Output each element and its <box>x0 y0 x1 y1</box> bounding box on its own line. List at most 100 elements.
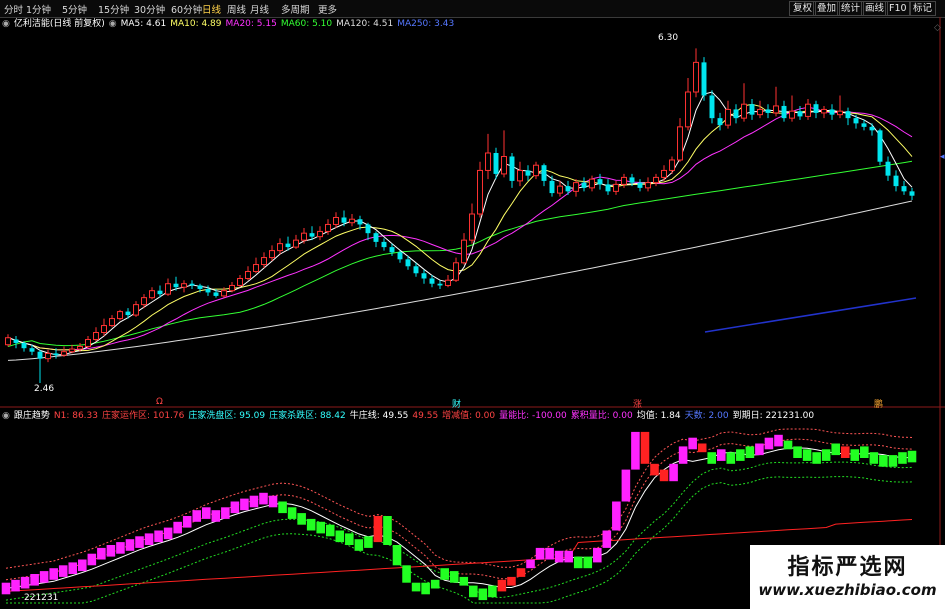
trend-bar <box>631 431 640 470</box>
candle-body <box>125 311 131 316</box>
period-tab-8[interactable]: 月线 <box>250 2 269 16</box>
candle-body <box>141 297 147 306</box>
trend-bar <box>411 582 421 592</box>
event-marker-cai[interactable]: 财 <box>452 397 461 410</box>
trend-bar <box>106 545 116 557</box>
trend-bar <box>716 449 726 461</box>
candle-body <box>765 109 771 113</box>
period-tab-2[interactable]: 5分钟 <box>62 2 87 16</box>
trend-bar <box>421 582 430 595</box>
candle-body <box>389 247 395 253</box>
trend-bar <box>182 516 192 528</box>
trend-bar <box>354 539 364 551</box>
candle-body <box>541 165 547 181</box>
trend-bar <box>802 449 812 461</box>
period-tab-9[interactable]: 多周期 <box>281 2 310 16</box>
candle-body <box>885 161 891 176</box>
trend-bar <box>30 574 39 586</box>
trend-bar <box>774 434 783 447</box>
candle-body <box>317 230 323 238</box>
trend-bar <box>707 452 717 464</box>
candle-body <box>797 111 803 117</box>
trend-bar <box>573 556 583 569</box>
trend-bar <box>325 524 335 537</box>
trend-bar <box>869 452 879 464</box>
candle-body <box>805 103 811 117</box>
trend-bar <box>840 446 850 458</box>
period-tab-5[interactable]: 60分钟 <box>171 2 202 16</box>
candle-body <box>789 110 795 119</box>
trend-bar <box>545 547 554 560</box>
trend-bar <box>345 533 354 545</box>
candle-body <box>581 182 587 188</box>
period-tab-1[interactable]: 1分钟 <box>26 2 51 16</box>
trend-bar <box>860 446 869 458</box>
candle-body <box>405 259 411 267</box>
candle-body <box>165 283 171 295</box>
candle-body <box>469 213 475 241</box>
candle-body <box>373 233 379 242</box>
candle-body <box>45 352 51 360</box>
trend-bar <box>58 565 68 577</box>
trend-bar <box>49 568 58 580</box>
candle-body <box>309 233 315 237</box>
trend-bar <box>163 527 173 540</box>
candle-body <box>293 239 299 248</box>
trend-bar <box>364 536 373 548</box>
toolbar-button-0[interactable]: 复权 <box>789 1 817 16</box>
candle-body <box>349 218 355 224</box>
toolbar-button-2[interactable]: 统计 <box>837 1 865 16</box>
chart-canvas[interactable]: ◇◂ <box>0 17 945 609</box>
period-tab-10[interactable]: 更多 <box>318 2 337 16</box>
candle-body <box>413 266 419 274</box>
event-marker-1[interactable]: Ω <box>156 397 163 407</box>
candle-body <box>749 104 755 115</box>
trend-bar <box>259 492 268 505</box>
period-tab-6[interactable]: 日线 <box>202 2 221 16</box>
candle-body <box>909 191 915 196</box>
trend-bar <box>678 446 688 464</box>
trend-bar <box>306 518 316 531</box>
period-tab-0[interactable]: 分时 <box>4 2 23 16</box>
candle-body <box>93 332 99 340</box>
candle-body <box>829 109 835 115</box>
trend-bar <box>583 556 593 569</box>
candle-body <box>325 223 331 232</box>
candle-body <box>693 61 699 93</box>
trend-bar <box>535 547 545 560</box>
event-marker-peng[interactable]: 鹏 <box>874 397 883 410</box>
trend-bar <box>783 440 793 450</box>
candle-body <box>741 103 747 119</box>
toolbar-button-4[interactable]: F10 <box>885 1 911 16</box>
trend-bar <box>97 547 106 560</box>
candle-body <box>861 123 867 127</box>
event-marker-zhang[interactable]: 涨 <box>633 397 642 410</box>
period-tab-3[interactable]: 15分钟 <box>98 2 129 16</box>
candle-body <box>597 179 603 185</box>
trend-bar <box>879 455 888 467</box>
candle-body <box>437 283 443 286</box>
period-tab-4[interactable]: 30分钟 <box>134 2 165 16</box>
trend-bar <box>554 550 564 563</box>
trend-bar <box>135 536 144 548</box>
trend-bar <box>612 501 621 531</box>
trend-bar <box>173 521 182 534</box>
trend-bar <box>278 501 287 514</box>
candle-body <box>13 339 19 343</box>
trend-bar <box>850 449 860 461</box>
high-price-label: 6.30 <box>658 33 679 43</box>
toolbar-button-3[interactable]: 画线 <box>861 1 889 16</box>
trend-bar <box>335 530 345 543</box>
trend-bar <box>78 559 87 572</box>
toolbar-button-5[interactable]: 标记 <box>909 1 937 16</box>
candle-body <box>717 118 723 126</box>
trend-bar <box>211 510 221 522</box>
period-tab-7[interactable]: 周线 <box>227 2 246 16</box>
candle-body <box>357 219 363 225</box>
candle-body <box>245 271 251 279</box>
watermark-url: www.xuezhibiao.com <box>758 581 937 599</box>
trend-bar <box>898 452 907 464</box>
trend-bar <box>373 516 383 543</box>
toolbar-button-1[interactable]: 叠加 <box>813 1 841 16</box>
trend-bar <box>154 530 163 543</box>
